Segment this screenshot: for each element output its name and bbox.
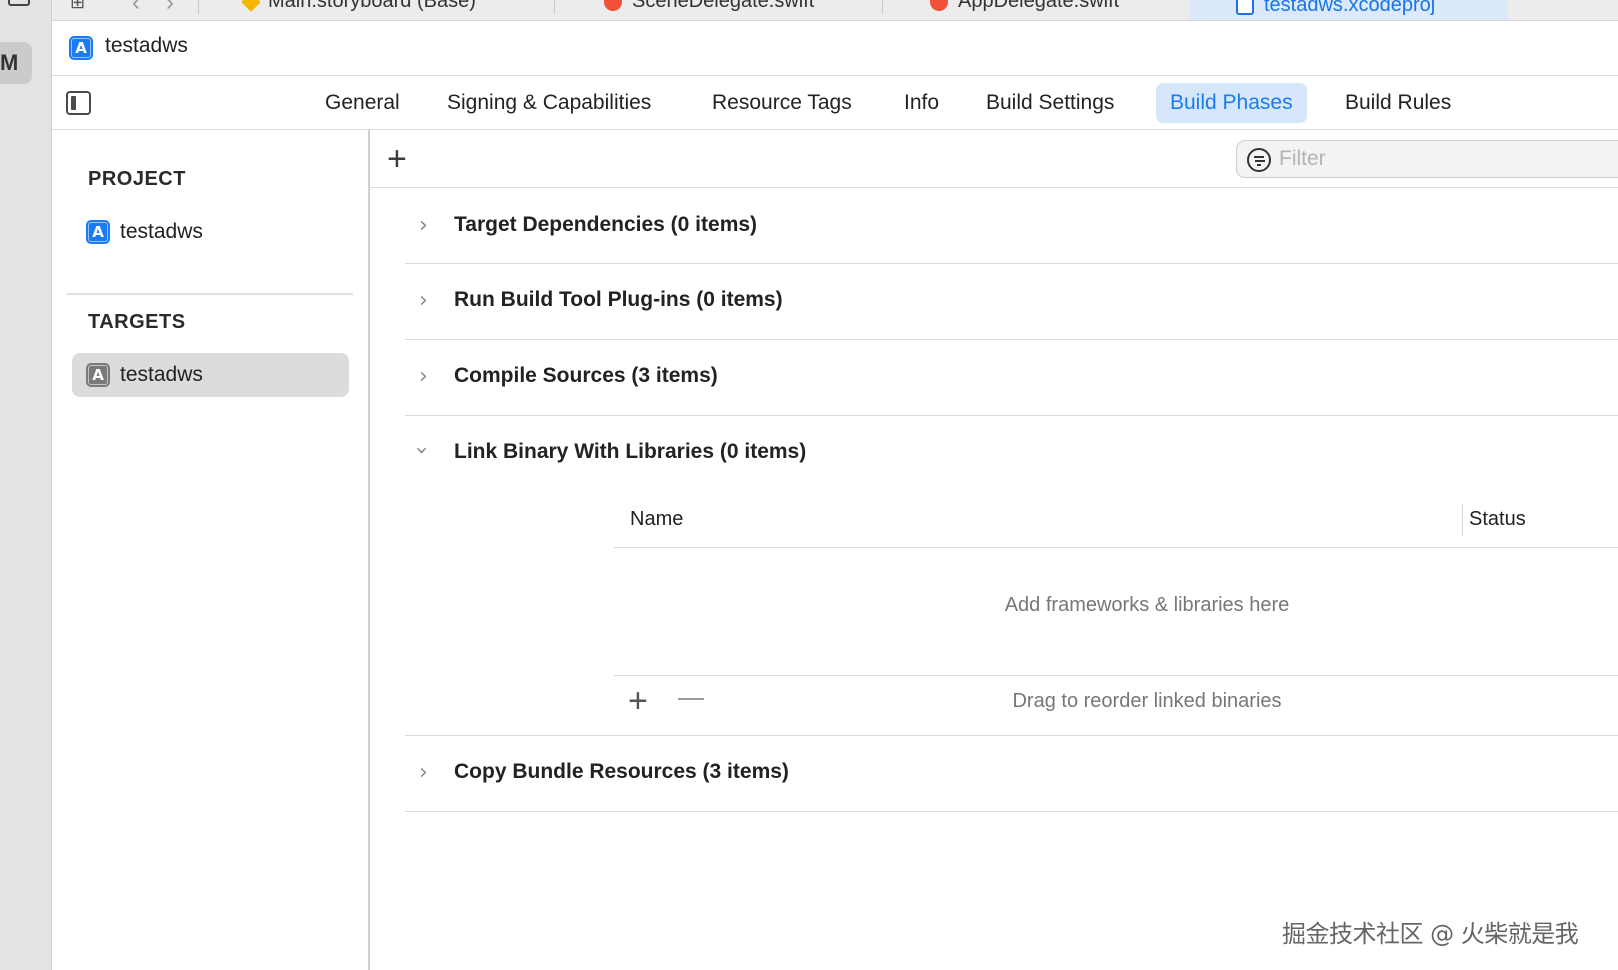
table-footer: + Drag to reorder linked binaries — [614, 676, 1618, 734]
phase-header[interactable]: › Link Binary With Libraries (0 items) — [405, 416, 1618, 490]
tab-resource-tags[interactable]: Resource Tags — [698, 83, 866, 123]
chevron-right-icon[interactable]: › — [419, 288, 428, 313]
target-item[interactable]: testadws — [72, 353, 349, 397]
chevron-right-icon[interactable]: › — [419, 364, 428, 389]
window-icon[interactable] — [8, 0, 30, 6]
empty-placeholder: Add frameworks & libraries here — [1004, 594, 1290, 616]
filter-icon — [1247, 148, 1271, 172]
tab-separator — [198, 0, 199, 14]
tab-build-phases[interactable]: Build Phases — [1156, 83, 1307, 123]
watermark: 掘金技术社区 @ 火柴就是我 — [1282, 920, 1579, 948]
column-name[interactable]: Name — [630, 508, 683, 531]
xcode-window: M ⊞ ‹ › Main.storyboard (Base) SceneDele… — [0, 0, 1618, 970]
phase-header[interactable]: › Run Build Tool Plug-ins (0 items) — [405, 264, 1618, 338]
phase-title: Compile Sources (3 items) — [454, 364, 718, 387]
phase-title: Copy Bundle Resources (3 items) — [454, 760, 789, 783]
xcodeproj-icon — [1236, 0, 1254, 15]
chevron-right-icon[interactable]: › — [419, 760, 428, 785]
target-item-label: testadws — [120, 363, 203, 386]
tab-build-rules[interactable]: Build Rules — [1331, 83, 1465, 123]
tab-signing-capabilities[interactable]: Signing & Capabilities — [433, 83, 665, 123]
phase-title: Link Binary With Libraries (0 items) — [454, 440, 807, 463]
phase-title: Target Dependencies (0 items) — [454, 213, 758, 236]
tab-separator — [882, 0, 883, 14]
phase-compile-sources: › Compile Sources (3 items) — [405, 340, 1618, 416]
editor-jump-bar: testadws — [52, 21, 1618, 76]
tab-label: Main.storyboard (Base) — [268, 0, 476, 12]
tab-info[interactable]: Info — [890, 83, 953, 123]
tab-build-settings[interactable]: Build Settings — [972, 83, 1128, 123]
phase-title: Run Build Tool Plug-ins (0 items) — [454, 288, 783, 311]
target-app-icon — [86, 363, 110, 387]
project-navigator: PROJECT testadws TARGETS testadws — [52, 130, 370, 970]
tab-label: testadws.xcodeproj — [1264, 0, 1436, 16]
phases-toolbar: + — [370, 130, 1618, 188]
project-heading: PROJECT — [88, 168, 186, 190]
drop-area[interactable]: Add frameworks & libraries here — [614, 548, 1618, 676]
tab-scene-delegate[interactable]: SceneDelegate.swift — [604, 0, 814, 13]
swift-icon — [604, 0, 622, 11]
editor-tabs: General Signing & Capabilities Resource … — [52, 76, 1618, 130]
phase-copy-bundle-resources: › Copy Bundle Resources (3 items) — [405, 736, 1618, 812]
table-header: Name Status — [614, 490, 1618, 548]
project-item[interactable]: testadws — [72, 210, 349, 254]
app-icon — [69, 36, 93, 60]
phase-header[interactable]: › Compile Sources (3 items) — [405, 340, 1618, 414]
column-status[interactable]: Status — [1469, 508, 1526, 531]
back-icon[interactable]: ‹ — [132, 0, 140, 17]
grid-icon[interactable]: ⊞ — [70, 0, 85, 13]
file-tab-bar: ⊞ ‹ › Main.storyboard (Base) SceneDelega… — [52, 0, 1618, 21]
tab-app-delegate[interactable]: AppDelegate.swift — [930, 0, 1119, 13]
phase-link-binary: › Link Binary With Libraries (0 items) N… — [405, 416, 1618, 736]
app-icon — [86, 220, 110, 244]
chevron-down-icon[interactable]: › — [409, 446, 434, 455]
project-item-label: testadws — [120, 220, 203, 243]
build-phases-editor: + › Target Dependencies (0 items) › Run … — [370, 130, 1618, 970]
filter-field[interactable] — [1236, 140, 1618, 178]
navigator-divider — [67, 293, 353, 295]
tab-xcodeproj[interactable]: testadws.xcodeproj — [1190, 0, 1508, 20]
phase-target-dependencies: › Target Dependencies (0 items) — [405, 189, 1618, 264]
phase-header[interactable]: › Target Dependencies (0 items) — [405, 189, 1618, 263]
tab-separator — [554, 0, 555, 14]
tab-main-storyboard[interactable]: Main.storyboard (Base) — [241, 0, 476, 13]
chevron-right-icon[interactable]: › — [419, 213, 428, 238]
add-phase-button[interactable]: + — [387, 142, 407, 176]
filter-input[interactable] — [1279, 145, 1618, 173]
reorder-hint: Drag to reorder linked binaries — [1012, 690, 1282, 712]
tab-label: SceneDelegate.swift — [632, 0, 815, 12]
left-activity-strip: M — [0, 0, 52, 970]
storyboard-icon — [241, 0, 261, 12]
phase-run-build-tool-plugins: › Run Build Tool Plug-ins (0 items) — [405, 264, 1618, 340]
swift-icon — [930, 0, 948, 11]
project-title[interactable]: testadws — [105, 34, 188, 58]
phase-header[interactable]: › Copy Bundle Resources (3 items) — [405, 736, 1618, 810]
tab-label: AppDelegate.swift — [958, 0, 1120, 12]
forward-icon[interactable]: › — [166, 0, 174, 17]
scheme-pill[interactable]: M — [0, 42, 32, 84]
sidebar-toggle-icon[interactable] — [66, 91, 91, 115]
column-divider — [1462, 504, 1463, 536]
targets-heading: TARGETS — [88, 311, 186, 333]
tab-general[interactable]: General — [311, 83, 414, 123]
